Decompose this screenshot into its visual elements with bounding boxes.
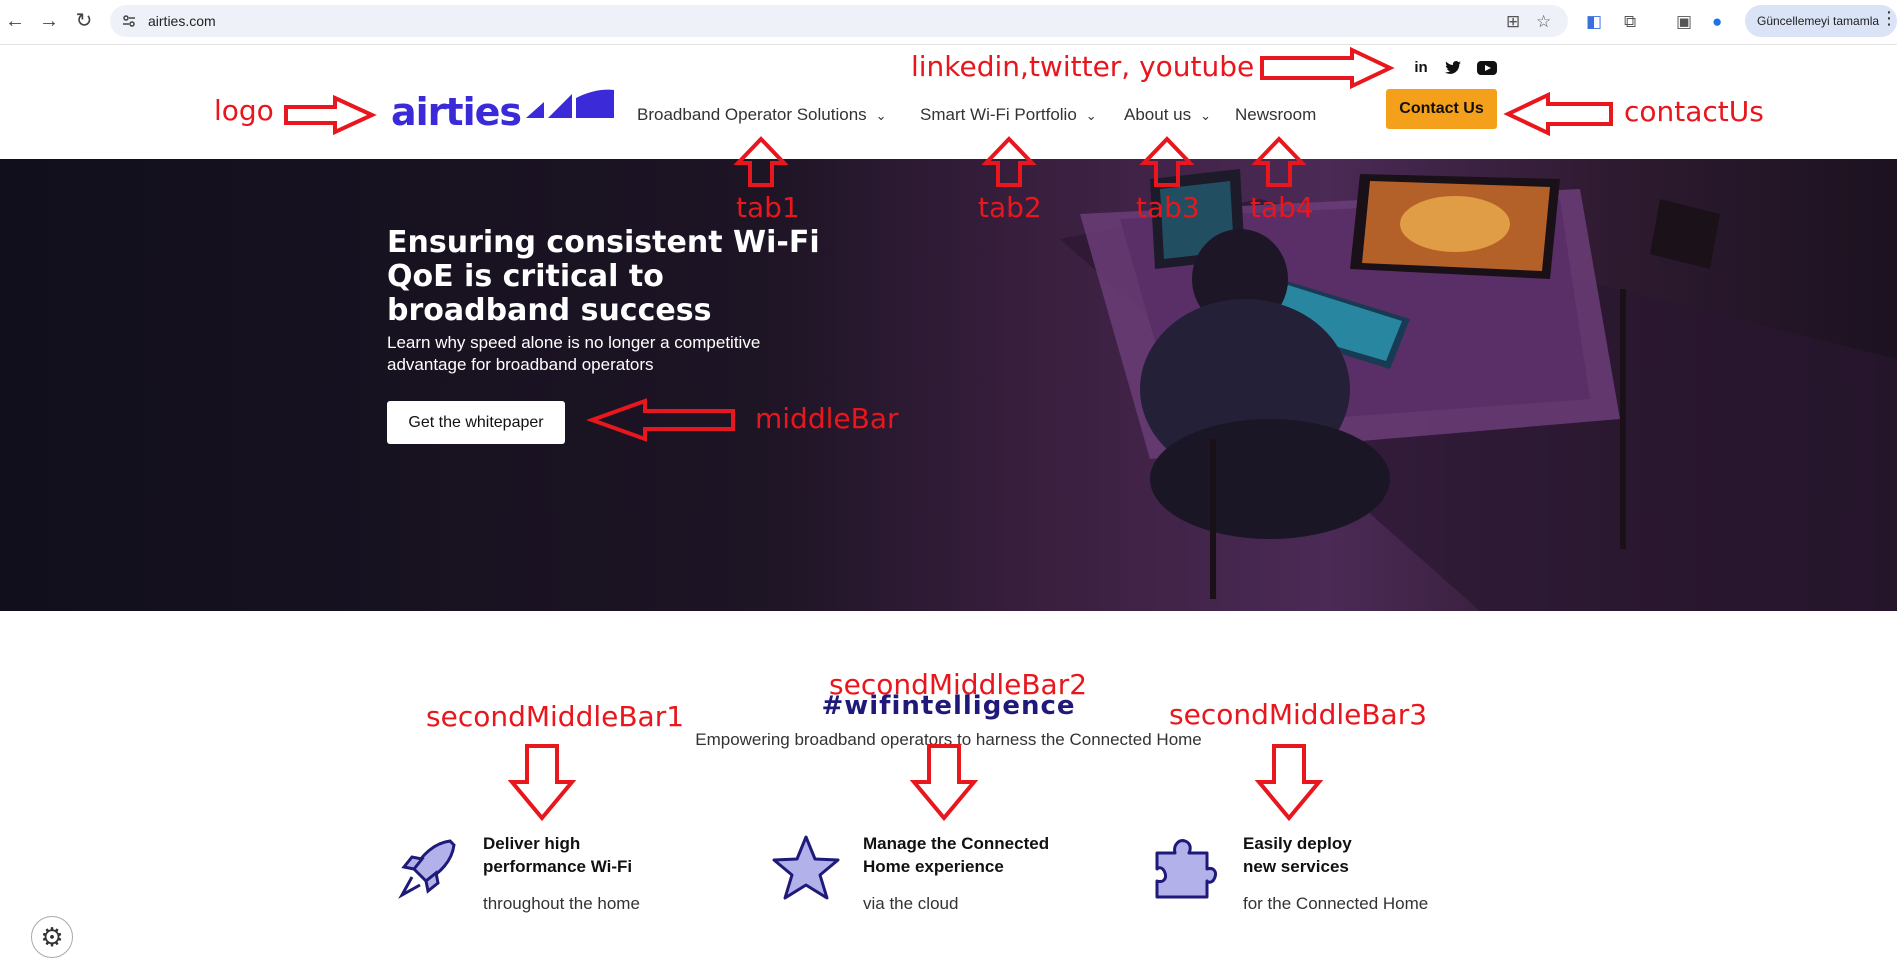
arrow-up-icon — [981, 136, 1037, 187]
arrow-down-icon — [909, 744, 979, 822]
arrow-down-icon — [507, 744, 577, 822]
arrow-right-icon — [284, 94, 377, 136]
arrow-up-icon — [1251, 136, 1307, 187]
arrow-down-icon — [1254, 744, 1324, 822]
arrow-right-icon — [1260, 46, 1395, 90]
arrow-left-icon — [1503, 91, 1613, 137]
arrow-left-icon — [586, 398, 735, 442]
arrow-up-icon — [1139, 136, 1195, 187]
arrow-up-icon — [733, 136, 789, 187]
annotation-arrows — [284, 46, 1613, 822]
